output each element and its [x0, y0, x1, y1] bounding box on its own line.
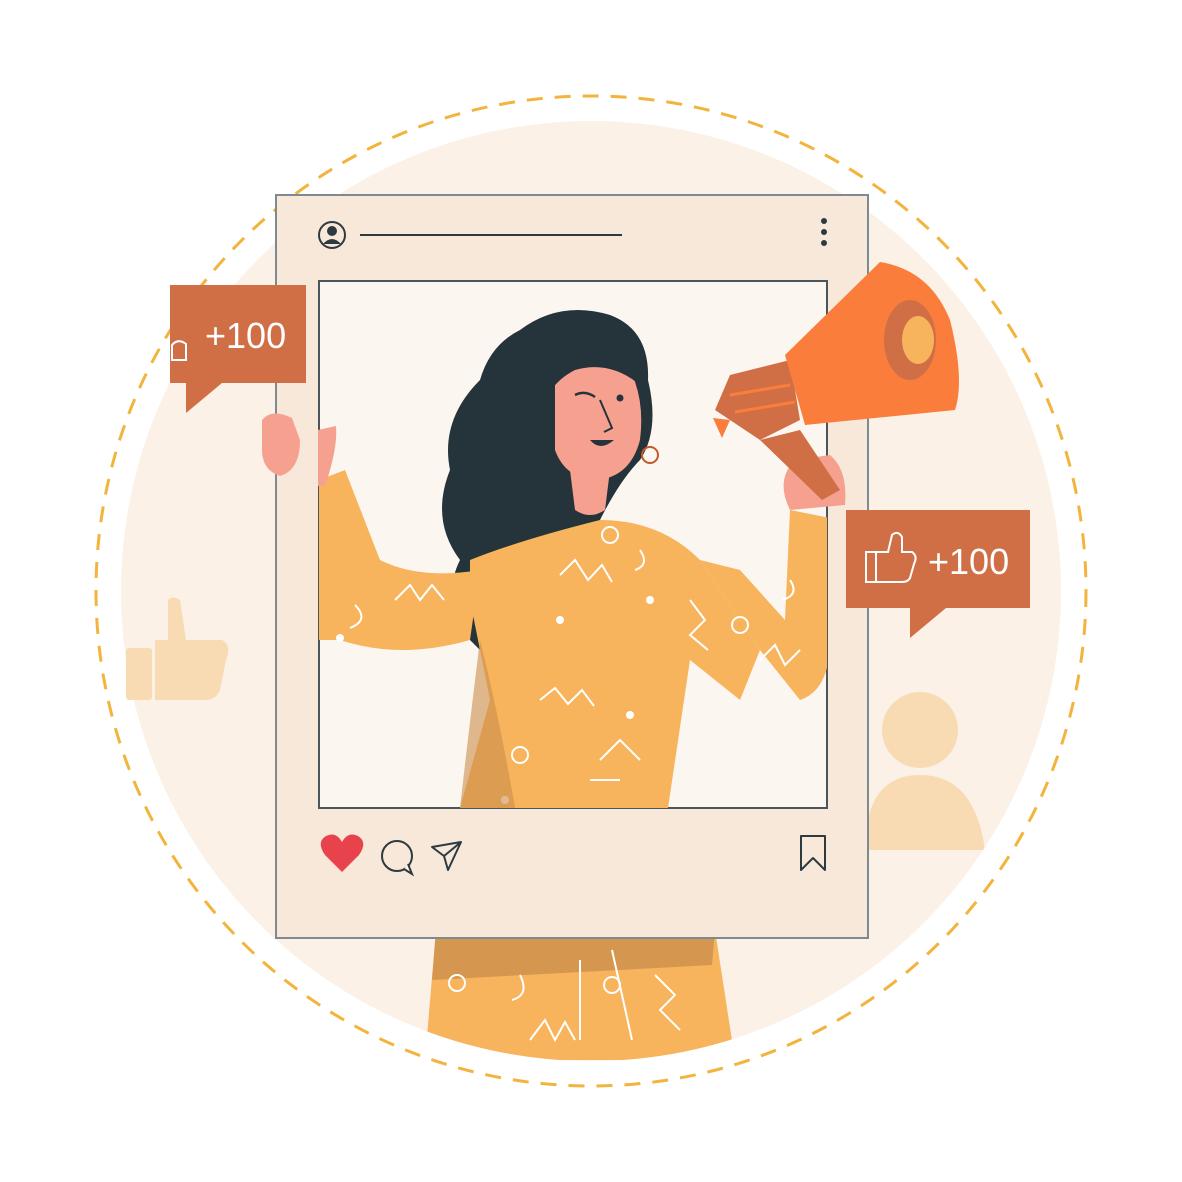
badge-right-text: +100: [928, 541, 1009, 582]
woman-lower-body: [425, 930, 735, 1060]
illustration: +100 +100: [94, 94, 1088, 1088]
more-vertical-icon[interactable]: [821, 218, 827, 246]
badge-left-text: +100: [205, 315, 286, 356]
